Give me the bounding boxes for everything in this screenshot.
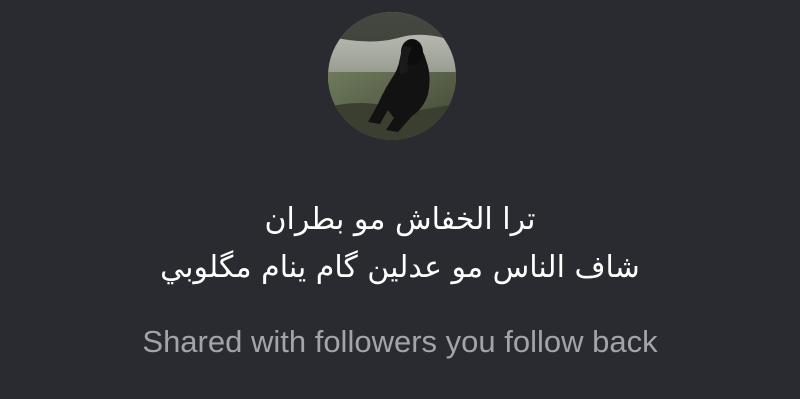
profile-avatar[interactable] [328,12,456,140]
note-line-1: ترا الخفاش مو بطران [264,202,536,237]
profile-photo-image [328,12,456,140]
note-text: ترا الخفاش مو بطران شاف الناس مو عدلين گ… [0,196,800,292]
audience-label: Shared with followers you follow back [142,324,658,359]
note-screen: ترا الخفاش مو بطران شاف الناس مو عدلين گ… [0,0,800,399]
note-line-2: شاف الناس مو عدلين گام ينام مگلوبي [160,250,640,285]
